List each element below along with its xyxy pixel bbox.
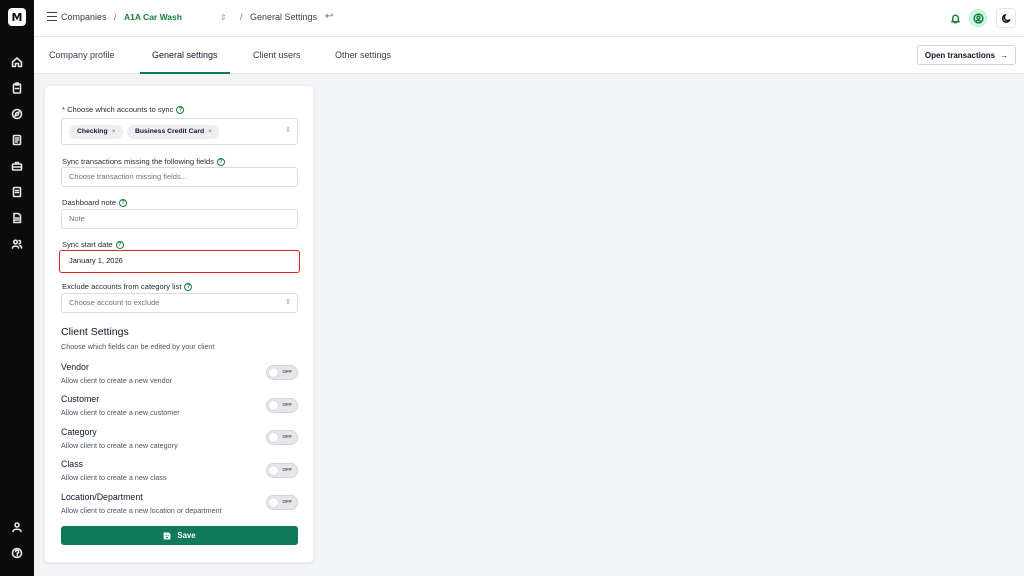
exclude-accounts-label: Exclude accounts from category list ? <box>62 282 193 291</box>
chevron-updown-icon[interactable]: ⇕ <box>285 126 291 134</box>
customer-toggle[interactable]: OFF <box>266 398 298 413</box>
option-description: Allow client to create a new class <box>61 473 167 482</box>
option-title: Customer <box>61 394 100 404</box>
breadcrumb-companies[interactable]: Companies <box>61 12 107 22</box>
client-settings-subtitle: Choose which fields can be edited by you… <box>61 342 215 351</box>
user-circle-icon <box>972 12 984 24</box>
vendor-toggle[interactable]: OFF <box>266 365 298 380</box>
open-transactions-button[interactable]: Open transactions → <box>917 45 1016 65</box>
missing-fields-label: Sync transactions missing the following … <box>62 157 225 166</box>
avatar[interactable] <box>969 9 987 27</box>
briefcase-icon[interactable] <box>0 157 34 175</box>
sync-start-date-input[interactable]: January 1, 2026 <box>59 250 300 273</box>
option-description: Allow client to create a new category <box>61 441 178 450</box>
receipt-icon[interactable] <box>0 131 34 149</box>
option-title: Vendor <box>61 362 89 372</box>
tab-general-settings[interactable]: General settings <box>140 37 230 74</box>
category-toggle[interactable]: OFF <box>266 430 298 445</box>
tab-company-profile[interactable]: Company profile <box>49 37 115 74</box>
help-icon[interactable] <box>0 544 34 562</box>
account-chip: Business Credit Card × <box>127 125 220 139</box>
dashboard-note-input[interactable]: Note <box>61 209 298 229</box>
left-rail: M <box>0 0 34 576</box>
remove-chip-icon[interactable]: × <box>112 128 116 135</box>
help-icon[interactable]: ? <box>176 105 185 114</box>
menu-icon[interactable] <box>47 12 57 24</box>
breadcrumb-separator: / <box>114 12 117 22</box>
back-icon[interactable]: ↩ <box>325 11 333 22</box>
option-title: Class <box>61 459 83 469</box>
top-header: Companies / A1A Car Wash ⇕ / General Set… <box>34 0 1024 37</box>
breadcrumb-separator: / <box>240 12 243 22</box>
arrow-right-icon: → <box>1000 50 1009 60</box>
accounts-label: * Choose which accounts to sync ? <box>62 105 185 114</box>
company-name-link[interactable]: A1A Car Wash <box>124 12 182 22</box>
compass-icon[interactable] <box>0 105 34 123</box>
help-icon[interactable]: ? <box>184 282 193 291</box>
settings-tabs: Company profile General settings Client … <box>34 37 1024 74</box>
tab-client-users[interactable]: Client users <box>253 37 301 74</box>
breadcrumb-current-page: General Settings <box>250 12 318 22</box>
option-description: Allow client to create a new customer <box>61 408 180 417</box>
option-title: Location/Department <box>61 492 143 502</box>
remove-chip-icon[interactable]: × <box>208 128 212 135</box>
exclude-accounts-select[interactable]: Choose account to exclude ⇕ <box>61 293 298 313</box>
users-icon[interactable] <box>0 235 34 253</box>
client-settings-title: Client Settings <box>61 326 129 338</box>
help-icon[interactable]: ? <box>216 157 225 166</box>
sync-start-date-label: Sync start date ? <box>62 240 124 249</box>
save-button[interactable]: Save <box>61 526 298 545</box>
accounts-multiselect[interactable]: Checking × Business Credit Card × ⇕ <box>61 118 298 145</box>
general-settings-card: * Choose which accounts to sync ? Checki… <box>44 85 314 563</box>
report-icon[interactable] <box>0 209 34 227</box>
app-logo[interactable]: M <box>8 8 26 26</box>
option-description: Allow client to create a new location or… <box>61 506 222 515</box>
option-title: Category <box>61 427 97 437</box>
class-toggle[interactable]: OFF <box>266 463 298 478</box>
document-icon[interactable] <box>0 183 34 201</box>
dashboard-note-label: Dashboard note ? <box>62 198 128 207</box>
bell-icon[interactable] <box>946 9 964 27</box>
clipboard-icon[interactable] <box>0 79 34 97</box>
chevron-updown-icon: ⇕ <box>285 299 291 306</box>
dark-mode-toggle[interactable] <box>996 8 1016 28</box>
company-switcher-icon[interactable]: ⇕ <box>220 13 227 22</box>
missing-fields-select[interactable]: Choose transaction missing fields... <box>61 167 298 187</box>
user-icon[interactable] <box>0 518 34 536</box>
home-icon[interactable] <box>0 53 34 71</box>
account-chip: Checking × <box>69 125 123 139</box>
help-icon[interactable]: ? <box>115 240 124 249</box>
tab-other-settings[interactable]: Other settings <box>335 37 391 74</box>
option-description: Allow client to create a new vendor <box>61 376 173 385</box>
save-icon <box>163 532 171 539</box>
moon-icon <box>1001 13 1010 23</box>
location-department-toggle[interactable]: OFF <box>266 495 298 510</box>
help-icon[interactable]: ? <box>119 198 128 207</box>
